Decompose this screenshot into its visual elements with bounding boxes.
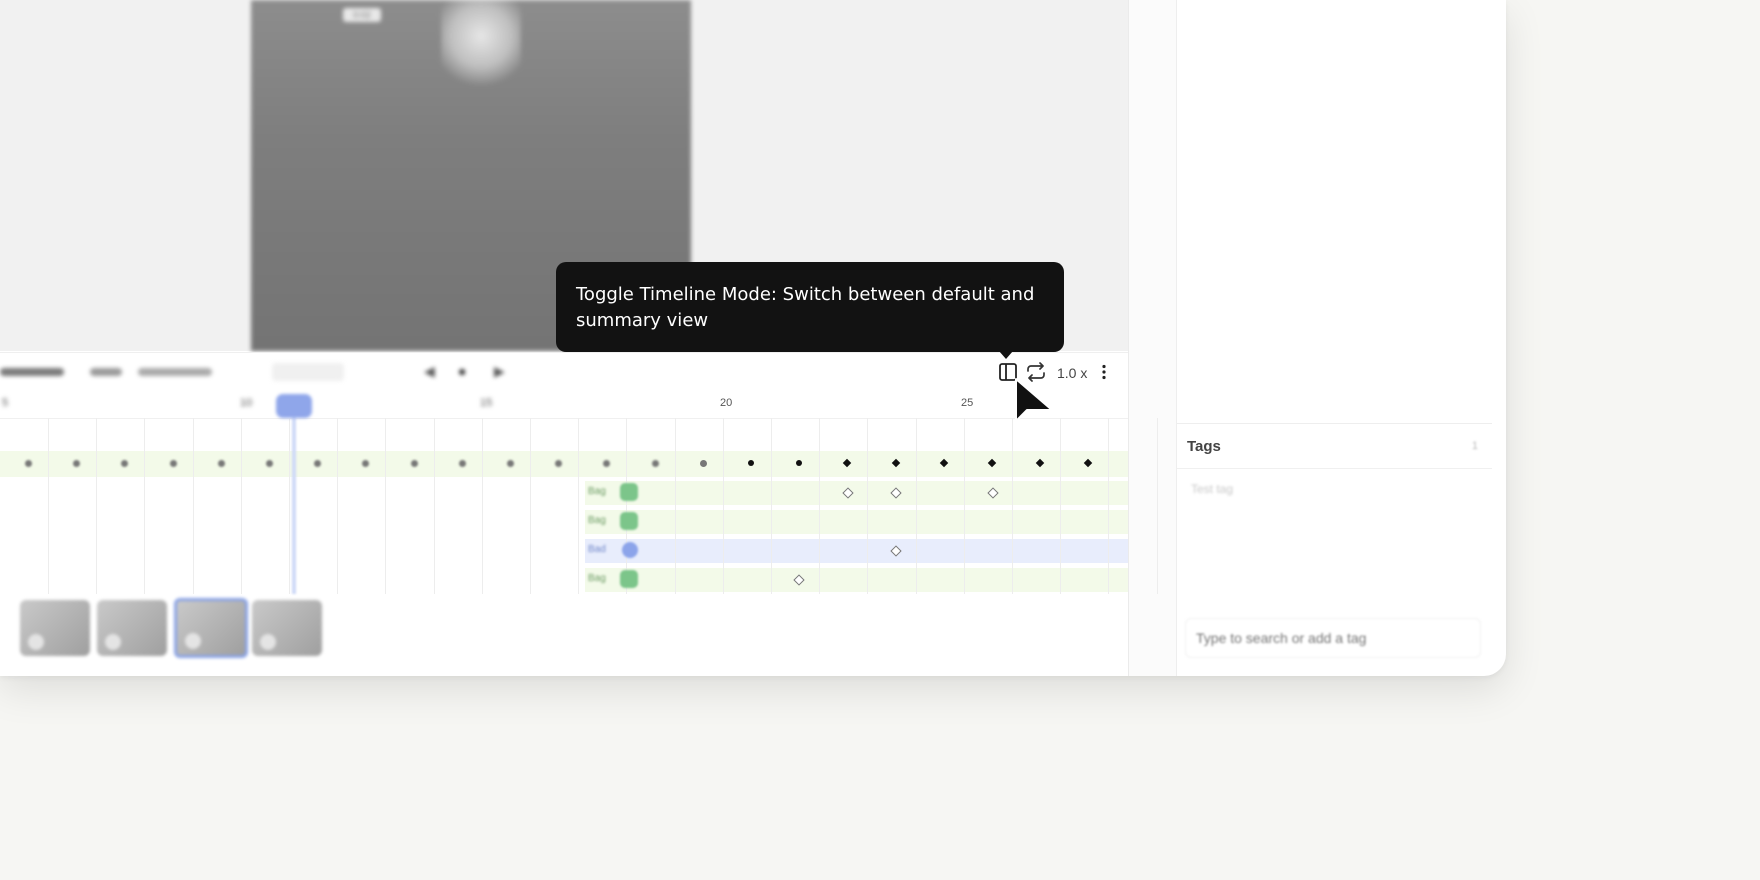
timeline-grid[interactable]: Bag Bag Bad Bag: [0, 418, 1158, 594]
step-back-icon[interactable]: ◀: [424, 363, 435, 380]
ruler-tick-label: 5: [2, 397, 9, 409]
track-class-icon: [620, 512, 638, 530]
tooltip-text: Toggle Timeline Mode: Switch between def…: [576, 284, 1035, 331]
grid-column-line: [819, 418, 821, 594]
grid-column-line: [240, 418, 242, 594]
summary-keyframe[interactable]: [169, 460, 177, 467]
playhead-line: [292, 416, 296, 594]
summary-keyframe[interactable]: [410, 460, 418, 467]
tag-search-input[interactable]: [1185, 618, 1481, 658]
mouse-cursor-icon: [1015, 378, 1053, 422]
frame-overlay-label: 0:02: [343, 8, 381, 22]
progress-segment: [138, 368, 212, 376]
ruler-tick-label: 25: [961, 397, 974, 409]
more-options-button[interactable]: [1093, 361, 1115, 383]
grid-column-line: [289, 418, 290, 594]
grid-column-line: [1060, 418, 1062, 594]
grid-column-line: [481, 418, 483, 594]
right-panel-gutter: [1129, 0, 1176, 676]
grid-column-line: [48, 418, 49, 594]
grid-column-line: [771, 418, 772, 594]
grid-column-line: [1156, 418, 1158, 594]
more-vertical-icon: [1102, 364, 1106, 380]
grid-column-line: [337, 418, 339, 594]
track-label: Bag: [588, 573, 606, 584]
summary-keyframe[interactable]: [25, 460, 32, 467]
grid-column-line: [385, 418, 387, 594]
timeline-ruler[interactable]: 5 10 15 20 25: [0, 392, 1128, 416]
step-forward-icon[interactable]: ▶: [494, 363, 505, 380]
summary-keyframe[interactable]: [699, 460, 707, 467]
object-track-row[interactable]: [585, 481, 1128, 505]
track-class-icon: [620, 483, 638, 501]
grid-column-line: [1012, 418, 1013, 594]
grid-column-line: [578, 418, 580, 594]
tooltip-arrow: [999, 351, 1013, 359]
grid-line: [0, 418, 1128, 419]
ruler-tick-label: 15: [480, 397, 493, 409]
summary-keyframe[interactable]: [507, 460, 514, 467]
track-label: Bag: [588, 515, 606, 526]
progress-segment: [0, 368, 64, 376]
ruler-tick-label: 10: [240, 397, 253, 409]
summary-keyframe[interactable]: [748, 460, 754, 466]
play-icon[interactable]: ●: [458, 363, 466, 379]
grid-column-line: [722, 418, 724, 594]
tag-item[interactable]: Test tag: [1191, 482, 1233, 496]
frame-stepper[interactable]: [272, 363, 344, 381]
object-track-row-selected[interactable]: [585, 539, 1128, 563]
playhead-handle[interactable]: [276, 394, 312, 418]
tags-panel: Tags 1 Test tag: [1177, 424, 1492, 676]
grid-column-line: [915, 418, 917, 594]
track-class-icon: [622, 542, 638, 558]
grid-column-line: [433, 418, 435, 594]
tooltip: Toggle Timeline Mode: Switch between def…: [556, 262, 1064, 352]
grid-column-line: [530, 418, 531, 594]
track-label: Bag: [588, 486, 606, 497]
player-controls-bar: ◀ ● ▶ 1.0 x: [0, 352, 1128, 393]
thumbnail[interactable]: [97, 600, 167, 656]
grid-column-line: [144, 418, 146, 594]
thumbnail-selected[interactable]: [174, 598, 248, 658]
summary-keyframe[interactable]: [266, 460, 273, 467]
summary-keyframe[interactable]: [651, 460, 659, 467]
track-label: Bad: [588, 544, 606, 555]
grid-column-line: [867, 418, 869, 594]
progress-segment: [90, 368, 122, 376]
thumbnail[interactable]: [20, 600, 90, 656]
grid-column-line: [96, 418, 98, 594]
summary-keyframe[interactable]: [458, 460, 466, 467]
object-track-row[interactable]: [585, 510, 1128, 534]
track-class-icon: [620, 570, 638, 588]
thumbnail-strip: [0, 596, 1128, 660]
video-subject: [441, 0, 521, 90]
tags-panel-title: Tags: [1187, 438, 1221, 455]
ruler-tick-label: 20: [720, 397, 733, 409]
grid-column-line: [626, 418, 628, 594]
object-track-row[interactable]: [585, 568, 1128, 592]
tags-count: 1: [1471, 440, 1478, 452]
grid-column-line: [674, 418, 676, 594]
grid-column-line: [192, 418, 194, 594]
grid-column-line: [963, 418, 965, 594]
grid-column-line: [1108, 418, 1110, 594]
summary-keyframe[interactable]: [217, 460, 225, 467]
playback-speed-button[interactable]: 1.0 x: [1057, 365, 1087, 381]
thumbnail[interactable]: [252, 600, 322, 656]
tags-divider: [1177, 468, 1492, 469]
